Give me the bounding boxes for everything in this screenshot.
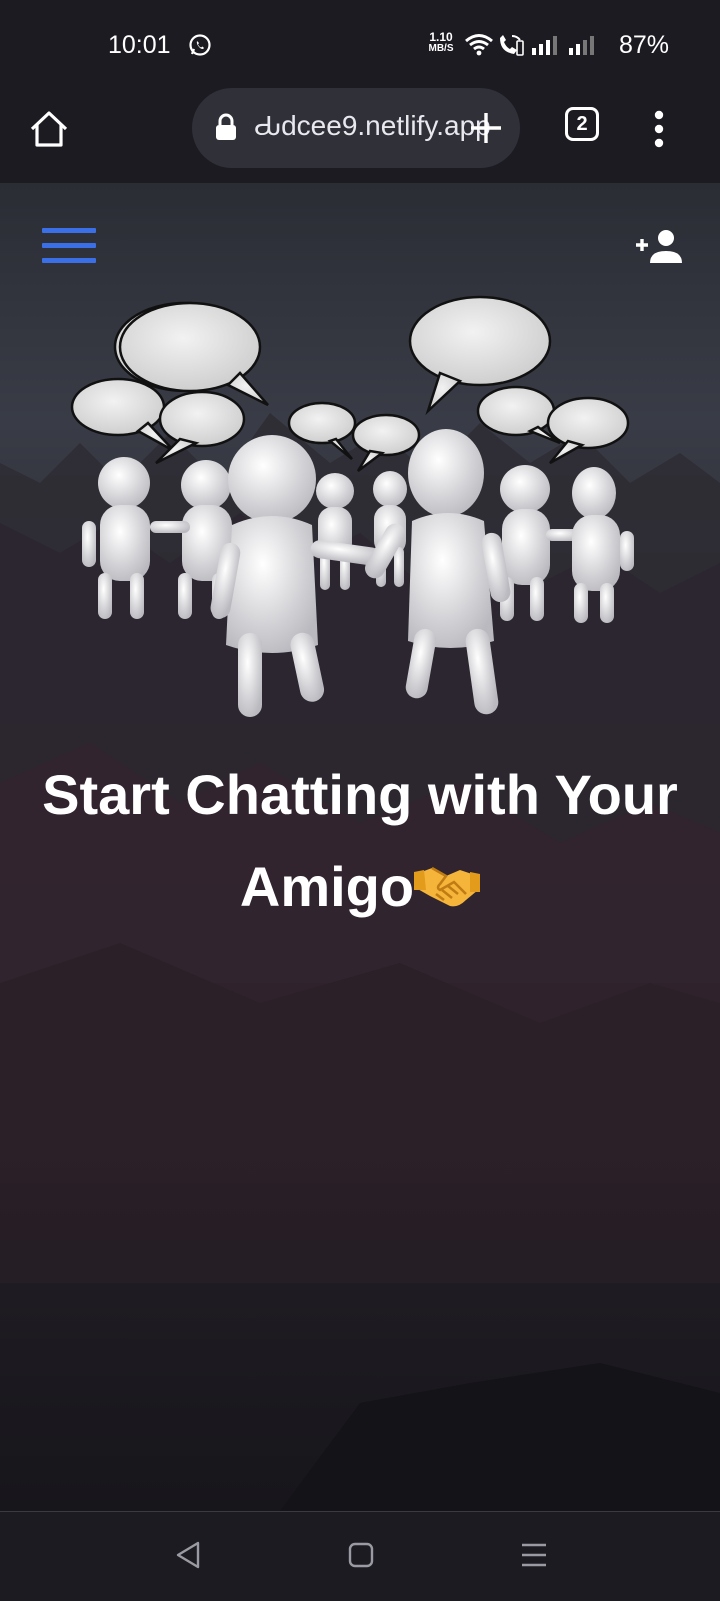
web-page: Start Chatting with Your Amigo [0,183,720,1511]
net-speed-unit: MB/S [428,43,454,54]
status-bar: 10:01 1.10 MB/S 87% [0,0,720,88]
battery-level: 87% [619,31,670,59]
more-vert-icon[interactable] [649,106,669,152]
recent-apps-icon[interactable] [520,1541,548,1569]
wifi-call-icon [500,35,524,56]
headline-line-2: Amigo [239,855,415,918]
system-nav-bar [0,1511,720,1601]
whatsapp-icon [189,34,211,56]
signal-icons [465,34,594,56]
lock-icon [216,113,236,140]
headline-line-1: Start Chatting with Your [42,763,678,826]
hamburger-menu-icon[interactable] [42,228,96,268]
net-speed-value: 1.10 [429,30,453,44]
browser-toolbar: Ԃdcee9.netlify.app 2 [0,88,720,183]
group-chat-illustration [70,295,634,717]
page-headline: Start Chatting with Your Amigo [10,749,710,933]
sim1-signal-icon [569,36,594,55]
home-square-icon[interactable] [348,1542,374,1568]
handshake-icon [414,866,481,907]
home-icon[interactable] [28,108,70,150]
wifi-icon [465,34,493,56]
person-add-icon[interactable] [636,227,684,267]
plus-icon[interactable] [466,108,506,148]
sim2-signal-icon [532,36,557,55]
back-icon[interactable] [174,1540,202,1570]
status-time: 10:01 [108,31,171,59]
net-speed: 1.10 MB/S [424,31,458,55]
tab-switcher-button[interactable]: 2 [565,107,599,141]
